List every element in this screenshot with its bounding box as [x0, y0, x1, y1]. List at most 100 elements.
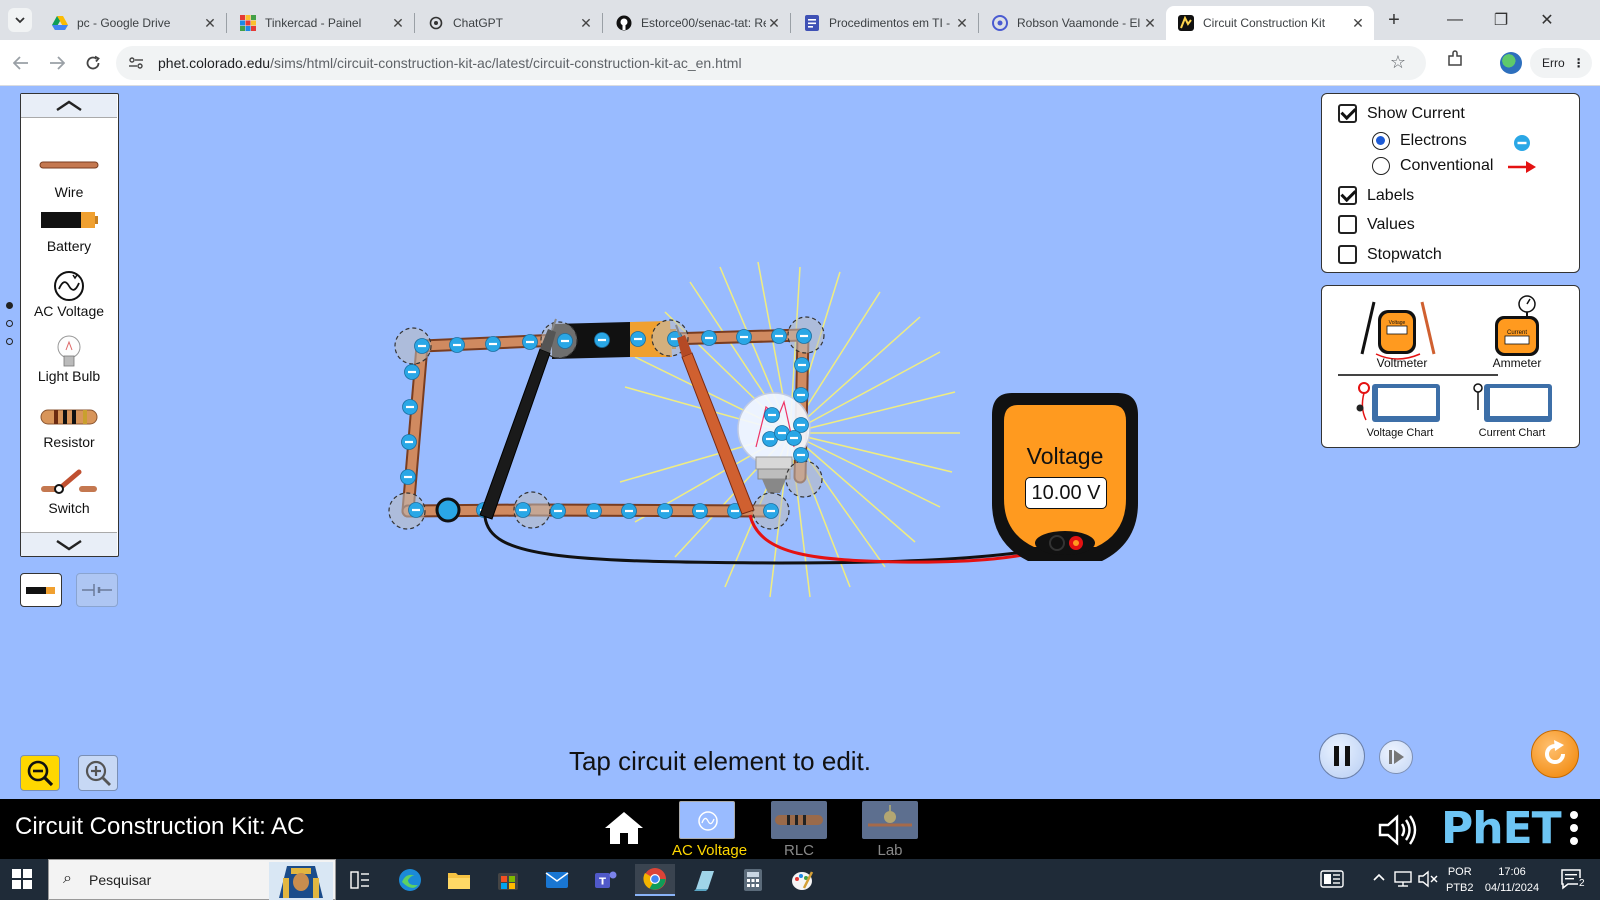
store-icon: [498, 873, 518, 890]
electrons-radio[interactable]: Electrons: [1372, 132, 1467, 150]
selected-vertex-ring[interactable]: [435, 497, 461, 523]
reset-all-button[interactable]: [1531, 730, 1579, 778]
simulation-area[interactable]: Wire Battery AC Voltage Light Bulb Resis…: [0, 87, 1600, 799]
tab-robson-vaamonde[interactable]: Robson Vaamonde - El ✕: [980, 6, 1166, 40]
address-bar[interactable]: phet.colorado.edu/sims/html/circuit-cons…: [116, 46, 1426, 80]
input-language-indicator[interactable]: POR PTB2: [1446, 864, 1474, 896]
screen-ac-voltage[interactable]: AC Voltage: [672, 801, 747, 859]
taskbar-chrome[interactable]: [635, 864, 675, 896]
chatgpt-icon: [428, 15, 444, 31]
close-tab-icon[interactable]: ✕: [578, 15, 594, 32]
home-button[interactable]: [604, 811, 644, 850]
carousel-page-dot-2[interactable]: [6, 320, 13, 327]
tab-github[interactable]: Estorce00/senac-tat: Re ✕: [604, 6, 790, 40]
back-button[interactable]: [8, 50, 34, 76]
close-tab-icon[interactable]: ✕: [390, 15, 406, 32]
ammeter-tool[interactable]: Current: [1487, 292, 1547, 362]
wire-icon: [39, 161, 99, 169]
screen-lab[interactable]: Lab: [855, 801, 925, 859]
bookmark-star-icon[interactable]: ☆: [1390, 52, 1406, 73]
close-tab-icon[interactable]: ✕: [766, 15, 782, 32]
schematic-view-button[interactable]: [76, 573, 118, 607]
task-view-button[interactable]: [340, 864, 380, 896]
screen-rlc[interactable]: RLC: [764, 801, 834, 859]
carousel-item-resistor[interactable]: Resistor: [21, 400, 117, 460]
zoom-out-icon: [27, 760, 54, 787]
extensions-icon[interactable]: [1446, 50, 1464, 73]
carousel-page-dot-3[interactable]: [6, 338, 13, 345]
minimize-button[interactable]: —: [1432, 6, 1478, 34]
carousel-page-dot-1[interactable]: [6, 302, 13, 309]
chevron-up-icon: [56, 100, 82, 111]
notification-center-button[interactable]: 2: [1560, 868, 1588, 897]
phet-logo[interactable]: PhET: [1441, 803, 1562, 854]
close-tab-icon[interactable]: ✕: [954, 15, 970, 32]
taskbar-mail[interactable]: [537, 864, 577, 896]
profile-avatar[interactable]: [1500, 52, 1522, 74]
volume-muted-icon[interactable]: [1418, 870, 1438, 891]
electron-minus-sign: [405, 440, 413, 444]
lifelike-view-button[interactable]: [20, 573, 62, 607]
tools-divider: [1338, 374, 1498, 376]
taskbar-teams[interactable]: T: [586, 864, 626, 896]
carousel-item-ac-voltage[interactable]: AC Voltage: [21, 269, 117, 329]
start-button[interactable]: [12, 869, 32, 894]
stopwatch-checkbox[interactable]: Stopwatch: [1338, 245, 1442, 264]
taskbar-app-notes[interactable]: [684, 864, 724, 896]
carousel-item-switch[interactable]: Switch: [21, 466, 117, 526]
electron-minus-sign: [590, 509, 598, 513]
tab-chatgpt[interactable]: ChatGPT ✕: [416, 6, 602, 40]
close-window-button[interactable]: ✕: [1524, 6, 1570, 34]
taskbar-search[interactable]: ⌕ Pesquisar: [48, 859, 336, 900]
voltmeter-tool[interactable]: Voltage: [1352, 292, 1442, 362]
electron-minus-sign: [731, 509, 739, 513]
reload-button[interactable]: [80, 50, 106, 76]
sound-toggle-button[interactable]: [1378, 814, 1418, 851]
close-tab-icon[interactable]: ✕: [202, 15, 218, 32]
carousel-down-button[interactable]: [21, 532, 117, 556]
site-info-icon[interactable]: [128, 55, 144, 71]
taskbar-store[interactable]: [488, 864, 528, 896]
folder-icon: [448, 873, 470, 889]
new-tab-button[interactable]: +: [1382, 8, 1406, 32]
taskbar-paint[interactable]: [782, 864, 822, 896]
taskbar-calculator[interactable]: [733, 864, 773, 896]
tab-search-button[interactable]: [8, 8, 32, 32]
taskbar-file-explorer[interactable]: [439, 864, 479, 896]
network-icon[interactable]: [1393, 870, 1413, 891]
step-forward-button[interactable]: [1379, 740, 1413, 774]
restore-button[interactable]: ❐: [1478, 6, 1524, 34]
show-current-checkbox[interactable]: Show Current: [1338, 104, 1465, 123]
zoom-in-button[interactable]: [78, 755, 118, 791]
display-options-panel: Show Current Electrons Conventional Labe…: [1321, 93, 1580, 273]
phet-icon: [1178, 15, 1194, 31]
conventional-radio[interactable]: Conventional: [1372, 157, 1493, 175]
pause-button[interactable]: [1319, 733, 1365, 779]
voltage-chart-tool[interactable]: [1356, 380, 1444, 426]
tab-google-drive[interactable]: pc - Google Drive ✕: [40, 6, 226, 40]
current-chart-label: Current Chart: [1478, 427, 1546, 439]
labels-checkbox[interactable]: Labels: [1338, 186, 1414, 205]
taskbar-edge[interactable]: [390, 864, 430, 896]
current-chart-tool[interactable]: [1472, 380, 1554, 426]
close-tab-icon[interactable]: ✕: [1142, 15, 1158, 32]
news-widget-icon[interactable]: [1320, 870, 1344, 891]
taskbar-clock[interactable]: 17:06 04/11/2024: [1480, 864, 1544, 896]
home-icon: [605, 812, 643, 844]
zoom-out-button[interactable]: [20, 755, 60, 791]
tab-procedimentos[interactable]: Procedimentos em TI - ✕: [792, 6, 978, 40]
tray-chevron-up-icon[interactable]: [1372, 872, 1386, 885]
tab-tinkercad[interactable]: Tinkercad - Painel ✕: [228, 6, 414, 40]
carousel-item-battery[interactable]: Battery: [21, 204, 117, 264]
carousel-item-light-bulb[interactable]: Light Bulb: [21, 334, 117, 394]
carousel-item-wire[interactable]: Wire: [21, 150, 117, 210]
phet-menu-button[interactable]: [1570, 811, 1578, 850]
voltmeter[interactable]: Voltage 10.00 V: [992, 393, 1138, 563]
profile-error-chip[interactable]: Erro ⋮: [1530, 48, 1592, 78]
tab-circuit-construction-kit[interactable]: Circuit Construction Kit ✕: [1166, 6, 1374, 40]
mail-icon: [545, 872, 569, 888]
carousel-up-button[interactable]: [21, 94, 117, 118]
values-checkbox[interactable]: Values: [1338, 215, 1415, 234]
close-tab-icon[interactable]: ✕: [1350, 15, 1366, 32]
forward-button[interactable]: [44, 50, 70, 76]
